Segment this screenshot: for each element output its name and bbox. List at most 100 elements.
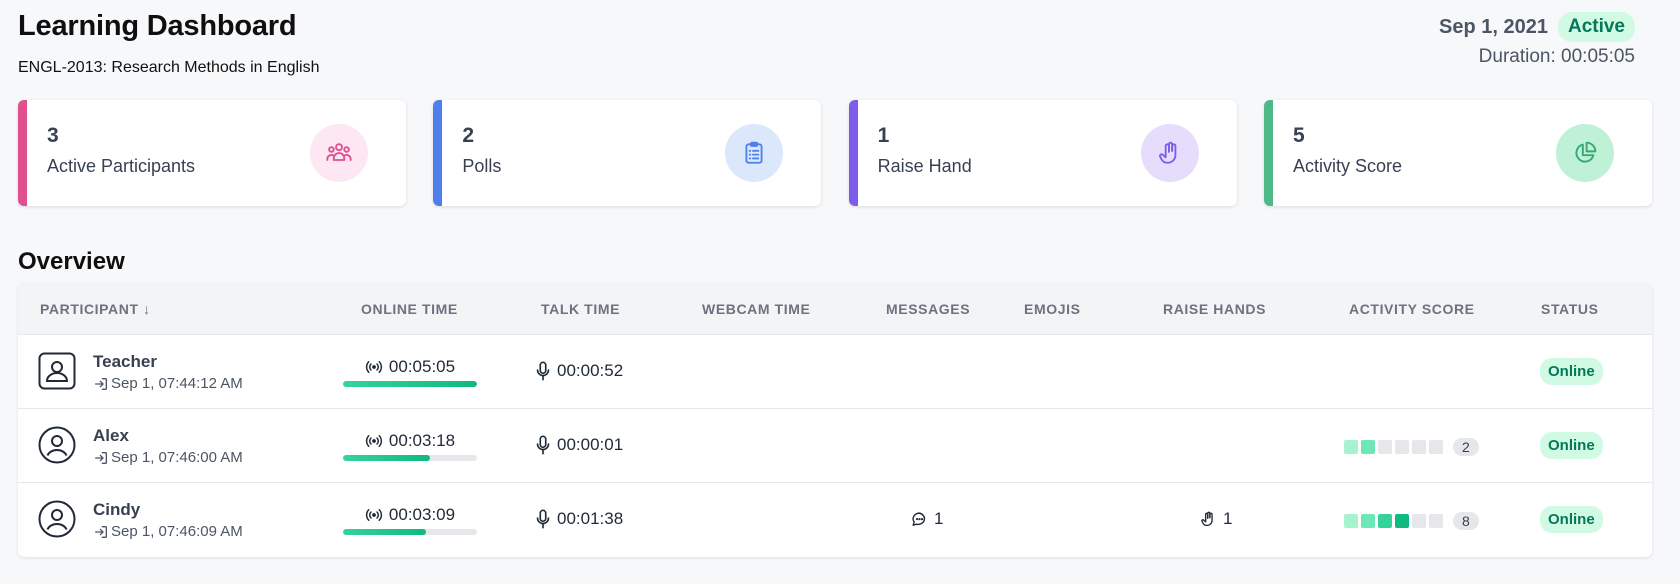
card-raise-hand[interactable]: 1 Raise Hand [848, 100, 1237, 206]
activity-score: 2 [1344, 438, 1479, 456]
card-polls[interactable]: 2 Polls [433, 100, 822, 206]
score-square [1344, 514, 1358, 528]
online-time-value: 00:03:09 [388, 505, 456, 524]
participant-name: Cindy [93, 500, 141, 519]
talk-time-value: 00:01:38 [557, 509, 624, 528]
microphone-icon [536, 361, 550, 381]
card-activity-score[interactable]: 5 Activity Score [1263, 100, 1652, 206]
messages-count: 1 [911, 509, 943, 529]
chat-bubble-icon [912, 511, 926, 526]
login-icon [95, 451, 107, 464]
status-badge: Online [1540, 506, 1603, 533]
page-title: Learning Dashboard [18, 10, 297, 42]
pie-chart-icon [1555, 124, 1614, 182]
column-status[interactable]: Status [1541, 301, 1599, 317]
score-square [1361, 514, 1375, 528]
card-value: 3 [47, 124, 59, 147]
table-row[interactable]: Teacher Sep 1, 07:44:12 AM 00:05:05 00:0… [18, 335, 1652, 409]
online-time: 00:05:05 [343, 357, 477, 387]
score-square [1412, 440, 1426, 454]
session-status-badge: Active [1557, 12, 1635, 42]
column-online-time[interactable]: Online Time [361, 301, 458, 317]
talk-time: 00:00:01 [535, 435, 623, 455]
talk-time: 00:01:38 [535, 509, 623, 529]
hand-icon [1140, 124, 1199, 182]
column-participant[interactable]: Participant ↓ [40, 301, 151, 317]
card-accent-bar [848, 100, 858, 206]
talk-time-value: 00:00:52 [557, 361, 624, 380]
dashboard-header: Learning Dashboard ENGL-2013: Research M… [18, 10, 320, 77]
talk-time-value: 00:00:01 [557, 435, 624, 454]
hand-icon [1201, 511, 1213, 527]
broadcast-icon [365, 361, 383, 373]
online-time-value: 00:03:18 [388, 431, 456, 450]
card-accent-bar [1263, 100, 1273, 206]
user-avatar-icon [38, 426, 76, 464]
online-time-value: 00:05:05 [388, 357, 456, 376]
table-row[interactable]: Cindy Sep 1, 07:46:09 AM 00:03:09 00:01:… [18, 483, 1652, 557]
overview-title: Overview [18, 248, 125, 275]
broadcast-icon [365, 509, 383, 521]
presenter-avatar-icon [38, 352, 76, 390]
login-icon [95, 525, 107, 538]
card-value: 2 [462, 124, 475, 147]
joined-time: Sep 1, 07:46:00 AM [111, 449, 243, 466]
online-time-bar [343, 455, 477, 461]
card-value: 1 [877, 124, 890, 147]
card-label: Activity Score [1292, 156, 1403, 176]
online-time: 00:03:18 [343, 431, 477, 461]
participant-name: Alex [93, 426, 129, 445]
users-icon [310, 124, 368, 182]
score-square [1395, 514, 1409, 528]
score-value: 2 [1453, 438, 1479, 456]
score-square [1429, 440, 1443, 454]
column-emojis[interactable]: Emojis [1024, 301, 1081, 317]
column-activity-score[interactable]: Activity Score [1349, 301, 1475, 317]
microphone-icon [536, 509, 550, 529]
score-square [1378, 514, 1392, 528]
status-badge: Online [1540, 358, 1603, 385]
online-time-bar [343, 381, 477, 387]
card-label: Polls [462, 156, 502, 176]
column-messages[interactable]: Messages [886, 301, 970, 317]
session-date: Sep 1, 2021 [1439, 15, 1548, 38]
joined-time: Sep 1, 07:46:09 AM [111, 523, 243, 540]
status-badge: Online [1540, 432, 1603, 459]
participant-name: Teacher [93, 352, 157, 371]
microphone-icon [536, 435, 550, 455]
table-row[interactable]: Alex Sep 1, 07:46:00 AM 00:03:18 00:00:0… [18, 409, 1652, 483]
participant-joined: Sep 1, 07:46:09 AM [93, 523, 243, 540]
score-value: 8 [1453, 512, 1479, 530]
online-time: 00:03:09 [343, 505, 477, 535]
raise-hands-value: 1 [1223, 509, 1233, 528]
talk-time: 00:00:52 [535, 361, 623, 381]
score-square [1378, 440, 1392, 454]
table-header: Participant ↓ Online Time Talk Time Webc… [18, 283, 1652, 335]
messages-value: 1 [934, 509, 944, 528]
column-talk-time[interactable]: Talk Time [541, 301, 620, 317]
user-avatar-icon [38, 500, 76, 538]
participant-joined: Sep 1, 07:44:12 AM [93, 375, 243, 392]
online-time-bar [343, 529, 477, 535]
card-accent-bar [18, 100, 27, 206]
column-webcam-time[interactable]: Webcam Time [702, 301, 810, 317]
activity-score: 8 [1344, 512, 1479, 530]
participant-joined: Sep 1, 07:46:00 AM [93, 449, 243, 466]
broadcast-icon [365, 435, 383, 447]
participants-table: Participant ↓ Online Time Talk Time Webc… [18, 283, 1652, 557]
session-duration: Duration: 00:05:05 [1478, 46, 1635, 67]
score-square [1412, 514, 1426, 528]
card-label: Raise Hand [877, 156, 972, 176]
score-square [1429, 514, 1443, 528]
column-raise-hands[interactable]: Raise Hands [1163, 301, 1266, 317]
card-value: 5 [1292, 124, 1305, 147]
summary-cards: 3 Active Participants 2 Polls 1 Raise Ha… [18, 100, 1652, 206]
course-name: ENGL-2013: Research Methods in English [18, 59, 320, 76]
session-info: Sep 1, 2021 Active Duration: 00:05:05 [1439, 12, 1635, 68]
raise-hands-count: 1 [1200, 509, 1232, 529]
card-accent-bar [433, 100, 443, 206]
card-label: Active Participants [47, 156, 196, 176]
score-square [1395, 440, 1409, 454]
card-active-participants[interactable]: 3 Active Participants [18, 100, 406, 206]
score-square [1344, 440, 1358, 454]
